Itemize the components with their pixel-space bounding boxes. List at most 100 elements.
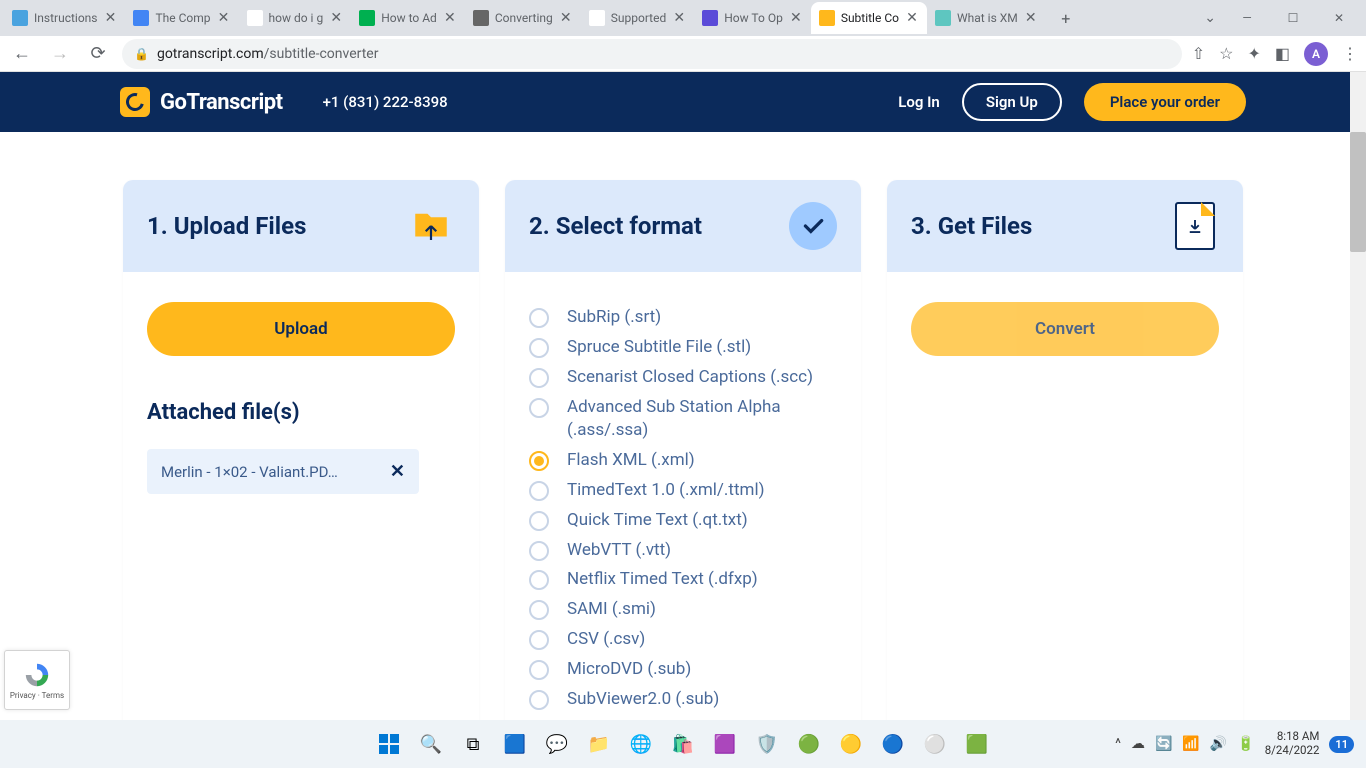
- tray-volume-icon[interactable]: 🔊: [1210, 736, 1227, 752]
- chat-icon[interactable]: 💬: [543, 730, 571, 758]
- bookmark-icon[interactable]: ☆: [1219, 44, 1233, 63]
- scrollbar-thumb[interactable]: [1350, 132, 1366, 252]
- reload-button[interactable]: ⟳: [84, 40, 112, 68]
- search-icon[interactable]: 🔍: [417, 730, 445, 758]
- format-option[interactable]: SubViewer2.0 (.sub): [529, 688, 837, 711]
- recaptcha-icon: [23, 661, 51, 689]
- brand-logo[interactable]: GoTranscript: [120, 87, 283, 117]
- format-radio[interactable]: [529, 600, 549, 620]
- tray-chevron-icon[interactable]: ^: [1115, 736, 1121, 752]
- format-radio[interactable]: [529, 690, 549, 710]
- tray-update-icon[interactable]: 🔄: [1155, 736, 1172, 752]
- format-option[interactable]: WebVTT (.vtt): [529, 539, 837, 562]
- format-option[interactable]: Flash XML (.xml): [529, 449, 837, 472]
- browser-tab[interactable]: Converting✕: [465, 2, 581, 34]
- get-title: 3. Get Files: [911, 212, 1032, 240]
- tab-close-button[interactable]: ✕: [103, 11, 117, 25]
- format-radio[interactable]: [529, 511, 549, 531]
- notification-count[interactable]: 11: [1329, 736, 1354, 753]
- browser-tab[interactable]: how do i g✕: [239, 2, 352, 34]
- format-option[interactable]: Spruce Subtitle File (.stl): [529, 336, 837, 359]
- format-radio[interactable]: [529, 451, 549, 471]
- tab-close-button[interactable]: ✕: [559, 11, 573, 25]
- format-radio[interactable]: [529, 398, 549, 418]
- address-bar[interactable]: 🔒 gotranscript.com/subtitle-converter: [122, 39, 1182, 69]
- sidepanel-icon[interactable]: ◧: [1275, 44, 1290, 63]
- widgets-icon[interactable]: 🟦: [501, 730, 529, 758]
- place-order-button[interactable]: Place your order: [1084, 83, 1246, 121]
- convert-button[interactable]: Convert: [911, 302, 1219, 356]
- task-view-icon[interactable]: ⧉: [459, 730, 487, 758]
- format-option[interactable]: Netflix Timed Text (.dfxp): [529, 568, 837, 591]
- browser-tab[interactable]: The Comp✕: [125, 2, 238, 34]
- recaptcha-terms[interactable]: Terms: [42, 691, 64, 700]
- app-icon-4[interactable]: ⚪: [921, 730, 949, 758]
- edge-icon[interactable]: 🌐: [627, 730, 655, 758]
- tab-close-button[interactable]: ✕: [905, 11, 919, 25]
- tab-close-button[interactable]: ✕: [217, 11, 231, 25]
- app-icon-5[interactable]: 🟩: [963, 730, 991, 758]
- format-option[interactable]: CSV (.csv): [529, 628, 837, 651]
- page-scrollbar[interactable]: [1350, 72, 1366, 720]
- chrome-icon[interactable]: 🟢: [795, 730, 823, 758]
- format-radio[interactable]: [529, 338, 549, 358]
- format-radio[interactable]: [529, 308, 549, 328]
- format-option[interactable]: Scenarist Closed Captions (.scc): [529, 366, 837, 389]
- format-radio[interactable]: [529, 368, 549, 388]
- tray-onedrive-icon[interactable]: ☁: [1131, 736, 1145, 752]
- signup-button[interactable]: Sign Up: [962, 83, 1062, 121]
- tray-battery-icon[interactable]: 🔋: [1237, 736, 1254, 752]
- close-window-button[interactable]: ✕: [1316, 2, 1362, 34]
- browser-tab[interactable]: Subtitle Co✕: [811, 2, 927, 34]
- system-clock[interactable]: 8:18 AM 8/24/2022: [1265, 730, 1320, 758]
- browser-tab[interactable]: Instructions ✕: [4, 2, 125, 34]
- upload-button[interactable]: Upload: [147, 302, 455, 356]
- start-button[interactable]: [375, 730, 403, 758]
- back-button[interactable]: ←: [8, 40, 36, 68]
- tab-title: Instructions: [34, 11, 97, 25]
- login-link[interactable]: Log In: [898, 93, 940, 111]
- profile-avatar[interactable]: A: [1304, 42, 1328, 66]
- maximize-button[interactable]: ☐: [1270, 2, 1316, 34]
- tab-close-button[interactable]: ✕: [672, 11, 686, 25]
- store-icon[interactable]: 🛍️: [669, 730, 697, 758]
- tray-wifi-icon[interactable]: 📶: [1182, 736, 1199, 752]
- share-icon[interactable]: ⇧: [1192, 44, 1205, 63]
- browser-tab[interactable]: How To Op✕: [694, 2, 811, 34]
- remove-file-button[interactable]: ✕: [390, 461, 405, 482]
- tab-close-button[interactable]: ✕: [443, 11, 457, 25]
- browser-tab[interactable]: What is XM✕: [927, 2, 1046, 34]
- format-radio[interactable]: [529, 570, 549, 590]
- minimize-button[interactable]: —: [1224, 2, 1270, 34]
- format-radio[interactable]: [529, 481, 549, 501]
- format-option[interactable]: MicroDVD (.sub): [529, 658, 837, 681]
- tab-close-button[interactable]: ✕: [329, 11, 343, 25]
- file-explorer-icon[interactable]: 📁: [585, 730, 613, 758]
- window-controls: ⌄ — ☐ ✕: [1204, 2, 1362, 34]
- app-icon-1[interactable]: 🟪: [711, 730, 739, 758]
- browser-tab[interactable]: Supported✕: [581, 2, 694, 34]
- format-option[interactable]: SubRip (.srt): [529, 306, 837, 329]
- app-icon-2[interactable]: 🛡️: [753, 730, 781, 758]
- forward-button[interactable]: →: [46, 40, 74, 68]
- chrome-icon-2[interactable]: 🟡: [837, 730, 865, 758]
- tab-close-button[interactable]: ✕: [1024, 11, 1038, 25]
- format-option[interactable]: TimedText 1.0 (.xml/.ttml): [529, 479, 837, 502]
- format-radio[interactable]: [529, 630, 549, 650]
- tab-close-button[interactable]: ✕: [789, 11, 803, 25]
- format-radio[interactable]: [529, 660, 549, 680]
- recaptcha-privacy[interactable]: Privacy: [10, 691, 36, 700]
- menu-icon[interactable]: ⋮: [1342, 44, 1358, 63]
- windows-taskbar: 🔍 ⧉ 🟦 💬 📁 🌐 🛍️ 🟪 🛡️ 🟢 🟡 🔵 ⚪ 🟩 ^ ☁ 🔄 📶 🔊 …: [0, 720, 1366, 768]
- format-radio[interactable]: [529, 541, 549, 561]
- app-icon-3[interactable]: 🔵: [879, 730, 907, 758]
- browser-tab[interactable]: How to Ad✕: [351, 2, 465, 34]
- extensions-icon[interactable]: ✦: [1247, 44, 1260, 63]
- tab-search-icon[interactable]: ⌄: [1204, 10, 1216, 26]
- format-option[interactable]: SAMI (.smi): [529, 598, 837, 621]
- format-option[interactable]: Advanced Sub Station Alpha (.ass/.ssa): [529, 396, 837, 442]
- recaptcha-badge[interactable]: Privacy · Terms: [4, 650, 70, 710]
- format-option[interactable]: Quick Time Text (.qt.txt): [529, 509, 837, 532]
- new-tab-button[interactable]: +: [1052, 4, 1080, 32]
- phone-number[interactable]: +1 (831) 222-8398: [323, 93, 448, 111]
